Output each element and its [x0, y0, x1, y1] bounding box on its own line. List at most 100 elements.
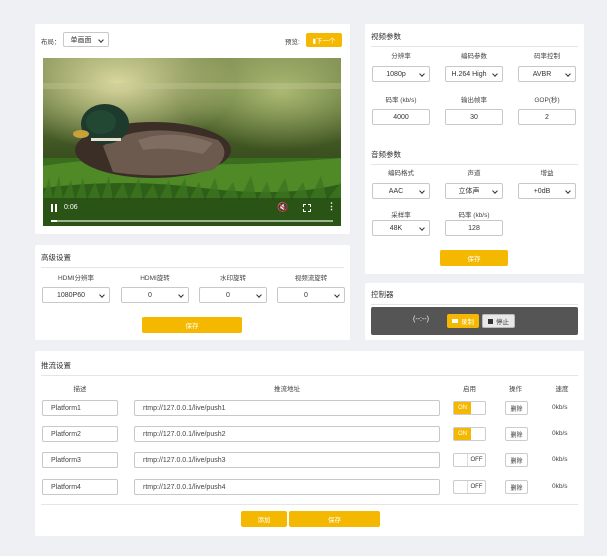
platform3-toggle-label: OFF — [467, 454, 485, 466]
layout-label: 布局： — [41, 39, 61, 46]
header-action: 操作 — [509, 386, 522, 393]
video-progress-track[interactable] — [51, 220, 333, 222]
encode-params-select[interactable]: H.264 High — [445, 66, 503, 82]
sample-rate-select[interactable]: 48K — [372, 220, 430, 236]
stop-icon — [488, 318, 493, 324]
record-button[interactable]: 录制 — [447, 314, 479, 328]
hdmi-rotation-select[interactable]: 0 — [121, 287, 189, 303]
rate-control-label: 码率控制 — [534, 53, 560, 60]
audio-codec-value: AAC — [388, 187, 404, 195]
watermark-rotation-label: 水印旋转 — [220, 275, 246, 282]
video-controls: 0:06 🔇 ⋮ — [43, 198, 341, 226]
gain-select[interactable]: +0dB — [518, 183, 576, 199]
platform1-url-input[interactable]: rtmp://127.0.0.1/live/push1 — [134, 400, 440, 416]
record-time: (--:--) — [413, 316, 429, 323]
add-button[interactable]: 添加 — [241, 511, 287, 527]
preview-label: 预览: — [285, 39, 300, 46]
preview-panel: 布局： 单画面 预览: ▮下一个 0:06 🔇 ⋮ — [35, 24, 350, 234]
video-progress-fill — [51, 220, 57, 222]
platform1-toggle-label: ON — [454, 402, 471, 414]
controller-bar: (--:--) 录制 停止 — [371, 307, 578, 335]
stream-rotation-select[interactable]: 0 — [277, 287, 345, 303]
watermark-rotation-select[interactable]: 0 — [199, 287, 267, 303]
resolution-value: 1080p — [386, 70, 406, 78]
streaming-divider — [41, 504, 578, 505]
platform3-name-input[interactable]: Platform3 — [42, 452, 118, 468]
channel-label: 声道 — [467, 170, 481, 177]
record-label: 录制 — [461, 319, 474, 326]
gain-value: +0dB — [533, 187, 551, 195]
params-panel: 视频参数 分辨率 1080p 编码参数 H.264 High 码率控制 AVBR… — [365, 24, 584, 274]
header-enable: 启用 — [463, 386, 476, 393]
hdmi-resolution-value: 1080P60 — [56, 291, 86, 299]
platform4-url-input[interactable]: rtmp://127.0.0.1/live/push4 — [134, 479, 440, 495]
platform3-speed: 0kb/s — [552, 456, 568, 463]
gop-label: GOP(秒) — [534, 97, 560, 104]
framerate-label: 输出帧率 — [461, 97, 487, 104]
video-params-title: 视频参数 — [371, 31, 578, 47]
platform2-delete-button[interactable]: 删除 — [505, 427, 528, 441]
channel-value: 立体声 — [458, 188, 480, 195]
platform4-speed: 0kb/s — [552, 483, 568, 490]
audio-bitrate-input[interactable]: 128 — [445, 220, 503, 236]
params-save-button[interactable]: 保存 — [440, 250, 508, 266]
audio-codec-select[interactable]: AAC — [372, 183, 430, 199]
platform3-url-input[interactable]: rtmp://127.0.0.1/live/push3 — [134, 452, 440, 468]
more-options-icon[interactable]: ⋮ — [327, 201, 336, 212]
encode-params-value: H.264 High — [451, 70, 487, 78]
platform2-name-input[interactable]: Platform2 — [42, 426, 118, 442]
platform2-url-input[interactable]: rtmp://127.0.0.1/live/push2 — [134, 426, 440, 442]
platform2-speed: 0kb/s — [552, 430, 568, 437]
platform3-toggle[interactable]: OFF — [453, 453, 486, 467]
streaming-title: 推流设置 — [41, 360, 578, 376]
fullscreen-icon[interactable] — [303, 204, 311, 212]
platform1-name-input[interactable]: Platform1 — [42, 400, 118, 416]
hdmi-resolution-select[interactable]: 1080P60 — [42, 287, 110, 303]
platform1-toggle[interactable]: ON — [453, 401, 486, 415]
pause-icon[interactable] — [51, 204, 57, 212]
framerate-input[interactable]: 30 — [445, 109, 503, 125]
streaming-panel: 推流设置 描述 推流地址 启用 操作 速度 Platform1 rtmp://1… — [35, 351, 584, 536]
bitrate-input[interactable]: 4000 — [372, 109, 430, 125]
platform4-name-input[interactable]: Platform4 — [42, 479, 118, 495]
header-desc: 描述 — [73, 386, 87, 393]
camera-icon — [452, 319, 458, 323]
header-url: 推流地址 — [274, 386, 300, 393]
controller-panel: 控制器 (--:--) 录制 停止 — [365, 283, 584, 340]
layout-value: 单画面 — [70, 36, 92, 44]
video-player[interactable]: 0:06 🔇 ⋮ — [43, 58, 341, 226]
rate-control-select[interactable]: AVBR — [518, 66, 576, 82]
channel-select[interactable]: 立体声 — [445, 183, 503, 199]
header-speed: 速度 — [555, 386, 569, 393]
hdmi-rotation-label: HDMI旋转 — [140, 275, 170, 282]
platform4-toggle[interactable]: OFF — [453, 480, 486, 494]
platform2-toggle-label: ON — [454, 428, 471, 440]
advanced-settings-panel: 高级设置 HDMI分辨率 1080P60 HDMI旋转 0 水印旋转 0 视频流… — [35, 245, 350, 340]
stop-button[interactable]: 停止 — [482, 314, 515, 328]
rate-control-value: AVBR — [532, 70, 552, 78]
hdmi-resolution-label: HDMI分辨率 — [57, 275, 95, 282]
audio-bitrate-label: 码率 (kb/s) — [458, 212, 490, 219]
gain-label: 增益 — [540, 170, 554, 177]
next-button[interactable]: ▮下一个 — [306, 33, 342, 47]
platform1-delete-button[interactable]: 删除 — [505, 401, 528, 415]
resolution-select[interactable]: 1080p — [372, 66, 430, 82]
stream-rotation-label: 视频流旋转 — [294, 275, 328, 282]
watermark-rotation-value: 0 — [226, 291, 230, 299]
platform1-speed: 0kb/s — [552, 404, 568, 411]
platform3-delete-button[interactable]: 删除 — [505, 453, 528, 467]
bitrate-label: 码率 (kb/s) — [385, 97, 417, 104]
advanced-save-button[interactable]: 保存 — [142, 317, 242, 333]
gop-input[interactable]: 2 — [518, 109, 576, 125]
stop-label: 停止 — [496, 319, 509, 326]
layout-select[interactable]: 单画面 — [63, 32, 109, 47]
platform4-delete-button[interactable]: 删除 — [505, 480, 528, 494]
platform2-toggle[interactable]: ON — [453, 427, 486, 441]
stream-rotation-value: 0 — [304, 291, 308, 299]
hdmi-rotation-value: 0 — [148, 291, 152, 299]
mute-icon[interactable]: 🔇 — [277, 202, 288, 213]
advanced-settings-title: 高级设置 — [41, 252, 344, 268]
sample-rate-value: 48K — [389, 224, 403, 232]
platform4-toggle-label: OFF — [467, 481, 485, 493]
streaming-save-button[interactable]: 保存 — [289, 511, 380, 527]
